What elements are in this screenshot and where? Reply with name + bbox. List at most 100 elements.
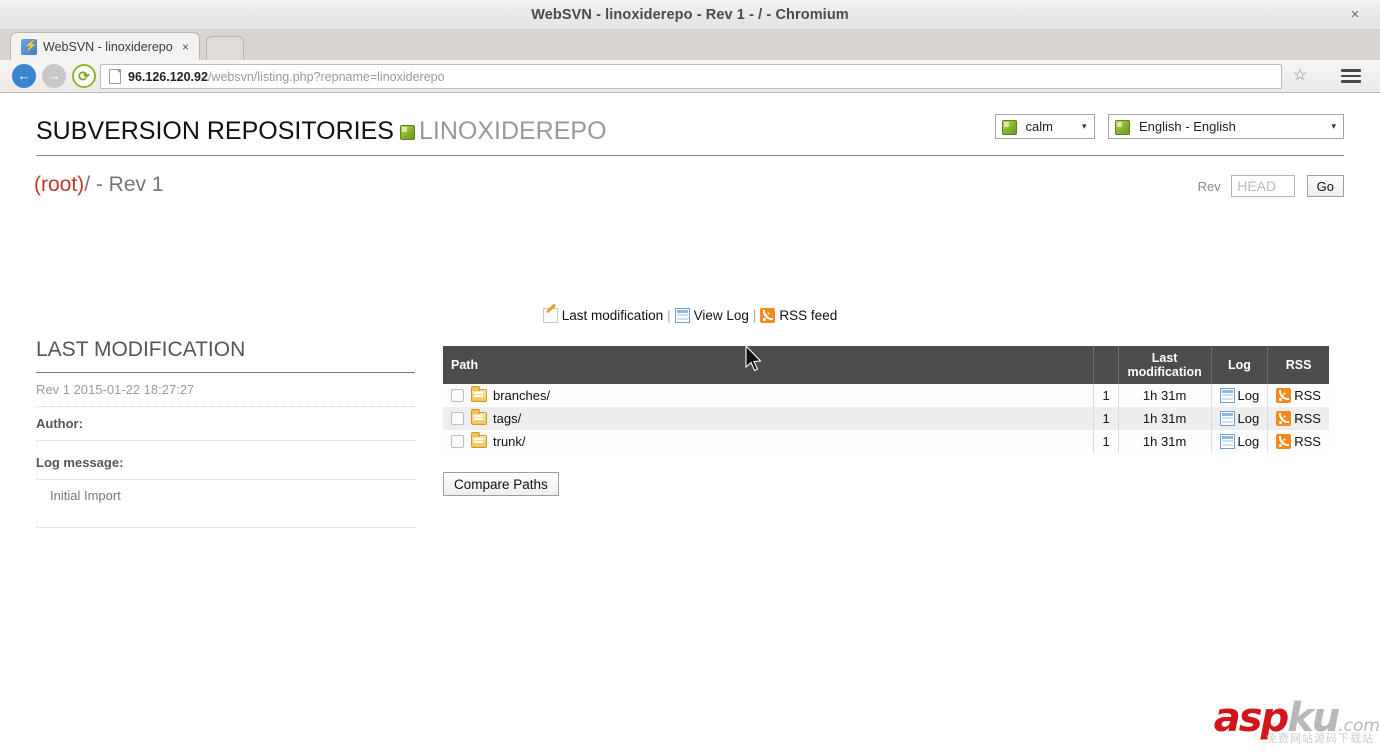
browser-tab-websvn[interactable]: WebSVN - linoxiderepo × [10,32,200,60]
table-row: tags/1 1h 31m Log RSS [443,407,1329,430]
theme-cube-icon [1001,120,1017,135]
grid-icon [1219,434,1235,449]
log-label: Log [1237,411,1260,426]
sidebar-log-message-label: Log message: [36,441,415,480]
cell-revision: 1 [1093,384,1119,407]
breadcrumb-rest: / - Rev 1 [84,173,164,196]
pencil-icon [542,308,558,323]
window-title: WebSVN - linoxiderepo - Rev 1 - / - Chro… [531,7,849,23]
header-selects: calm ▾ English - English ▾ [994,114,1344,139]
cell-path: branches/ [443,384,1095,407]
table-row: trunk/1 1h 31m Log RSS [443,430,1329,453]
page-header: SUBVERSION REPOSITORIES LINOXIDEREPO calm… [36,111,1344,156]
rss-link[interactable]: RSS [1276,388,1321,403]
tab-title: WebSVN - linoxiderepo [43,40,173,54]
sidebar-log-message-value: Initial Import [36,480,415,528]
repository-cube-icon [399,125,415,140]
revision-input[interactable] [1232,176,1295,196]
websvn-favicon-icon [21,38,38,55]
column-header-rss[interactable]: RSS [1267,346,1329,384]
rss-feed-link[interactable]: RSS feed [760,308,837,323]
rss-link[interactable]: RSS [1276,434,1321,449]
cell-rss: RSS [1268,430,1329,453]
url-path: /websvn/listing.php?repname=linoxiderepo [207,70,445,84]
window-titlebar: WebSVN - linoxiderepo - Rev 1 - / - Chro… [0,0,1380,30]
log-link[interactable]: Log [1219,434,1260,449]
reload-glyph: ⟳ [78,68,90,84]
cell-rss: RSS [1268,407,1329,430]
cell-log: Log [1211,384,1269,407]
watermark-subtitle: 免费网站源码下载站 [1266,733,1374,745]
back-icon[interactable]: ← [12,64,36,88]
language-select[interactable]: English - English ▾ [1108,114,1344,139]
rss-icon [1276,388,1292,403]
revision-form: Rev Go [1198,175,1344,197]
breadcrumb: (root)/ - Rev 1 [34,173,164,197]
last-modification-panel: LAST MODIFICATION Rev 1 2015-01-22 18:27… [36,338,415,528]
cell-log: Log [1211,430,1269,453]
table-header-row: Path Last modification Log RSS [443,346,1329,384]
path-link[interactable]: branches/ [493,388,550,403]
rss-feed-label: RSS feed [779,308,838,323]
breadcrumb-root-link[interactable]: (root) [34,173,84,196]
column-header-revision [1093,346,1119,384]
cell-rss: RSS [1268,384,1329,407]
table-row: branches/1 1h 31m Log RSS [443,384,1329,407]
view-log-link[interactable]: View Log [674,308,749,323]
compare-paths-button[interactable]: Compare Paths [443,472,559,496]
log-link[interactable]: Log [1219,388,1260,403]
log-label: Log [1237,388,1260,403]
cell-path: tags/ [443,407,1095,430]
bookmark-star-icon[interactable]: ☆ [1290,66,1310,86]
grid-icon [1219,411,1235,426]
page-viewport: SUBVERSION REPOSITORIES LINOXIDEREPO calm… [0,93,1380,755]
new-tab-button[interactable] [206,36,244,60]
cell-last-modification: 1h 31m [1118,430,1212,453]
forward-icon[interactable]: → [42,64,66,88]
link-separator: | [752,308,757,323]
view-log-label: View Log [693,308,749,323]
cell-revision: 1 [1093,407,1119,430]
language-cube-icon [1115,120,1130,135]
theme-select-value: calm [1025,119,1053,134]
site-watermark: aspku.com 免费网站源码下载站 [1184,698,1380,748]
rss-label: RSS [1294,434,1321,449]
action-links: Last modification | View Log | RSS feed [0,308,1380,323]
repository-file-table: Path Last modification Log RSS branches/… [443,346,1329,453]
row-checkbox[interactable] [451,435,464,448]
rss-label: RSS [1294,411,1321,426]
close-icon[interactable]: × [1344,4,1366,26]
cell-log: Log [1211,407,1269,430]
grid-icon [1219,388,1235,403]
address-bar[interactable]: 96.126.120.92/websvn/listing.php?repname… [100,64,1282,89]
hamburger-menu-icon[interactable] [1340,66,1362,86]
log-link[interactable]: Log [1219,411,1260,426]
column-header-path[interactable]: Path [443,346,1095,384]
folder-icon [471,432,487,448]
theme-select[interactable]: calm ▾ [994,114,1095,139]
tab-close-icon[interactable]: × [182,33,189,61]
browser-toolbar: ← → ⟳ 96.126.120.92/websvn/listing.php?r… [0,60,1380,93]
path-link[interactable]: trunk/ [493,434,526,449]
rss-link[interactable]: RSS [1276,411,1321,426]
rss-label: RSS [1294,388,1321,403]
go-button[interactable]: Go [1306,175,1344,197]
sidebar-revision-line: Rev 1 2015-01-22 18:27:27 [36,373,415,407]
column-header-last-modification[interactable]: Last modification [1118,346,1212,384]
log-label: Log [1237,434,1260,449]
row-checkbox[interactable] [451,389,464,402]
column-header-log[interactable]: Log [1211,346,1269,384]
sidebar-heading: LAST MODIFICATION [36,338,415,373]
chevron-down-icon: ▾ [1331,121,1336,131]
folder-icon [471,409,487,425]
reload-icon[interactable]: ⟳ [72,64,96,88]
last-modification-label: Last modification [561,308,664,323]
row-checkbox[interactable] [451,412,464,425]
revision-input-wrapper[interactable] [1231,175,1296,197]
table-head: Path Last modification Log RSS [443,346,1329,384]
url-text: 96.126.120.92/websvn/listing.php?repname… [128,65,445,90]
path-link[interactable]: tags/ [493,411,521,426]
last-modification-link[interactable]: Last modification [542,308,664,323]
cell-last-modification: 1h 31m [1118,407,1212,430]
chevron-down-icon: ▾ [1082,121,1087,131]
